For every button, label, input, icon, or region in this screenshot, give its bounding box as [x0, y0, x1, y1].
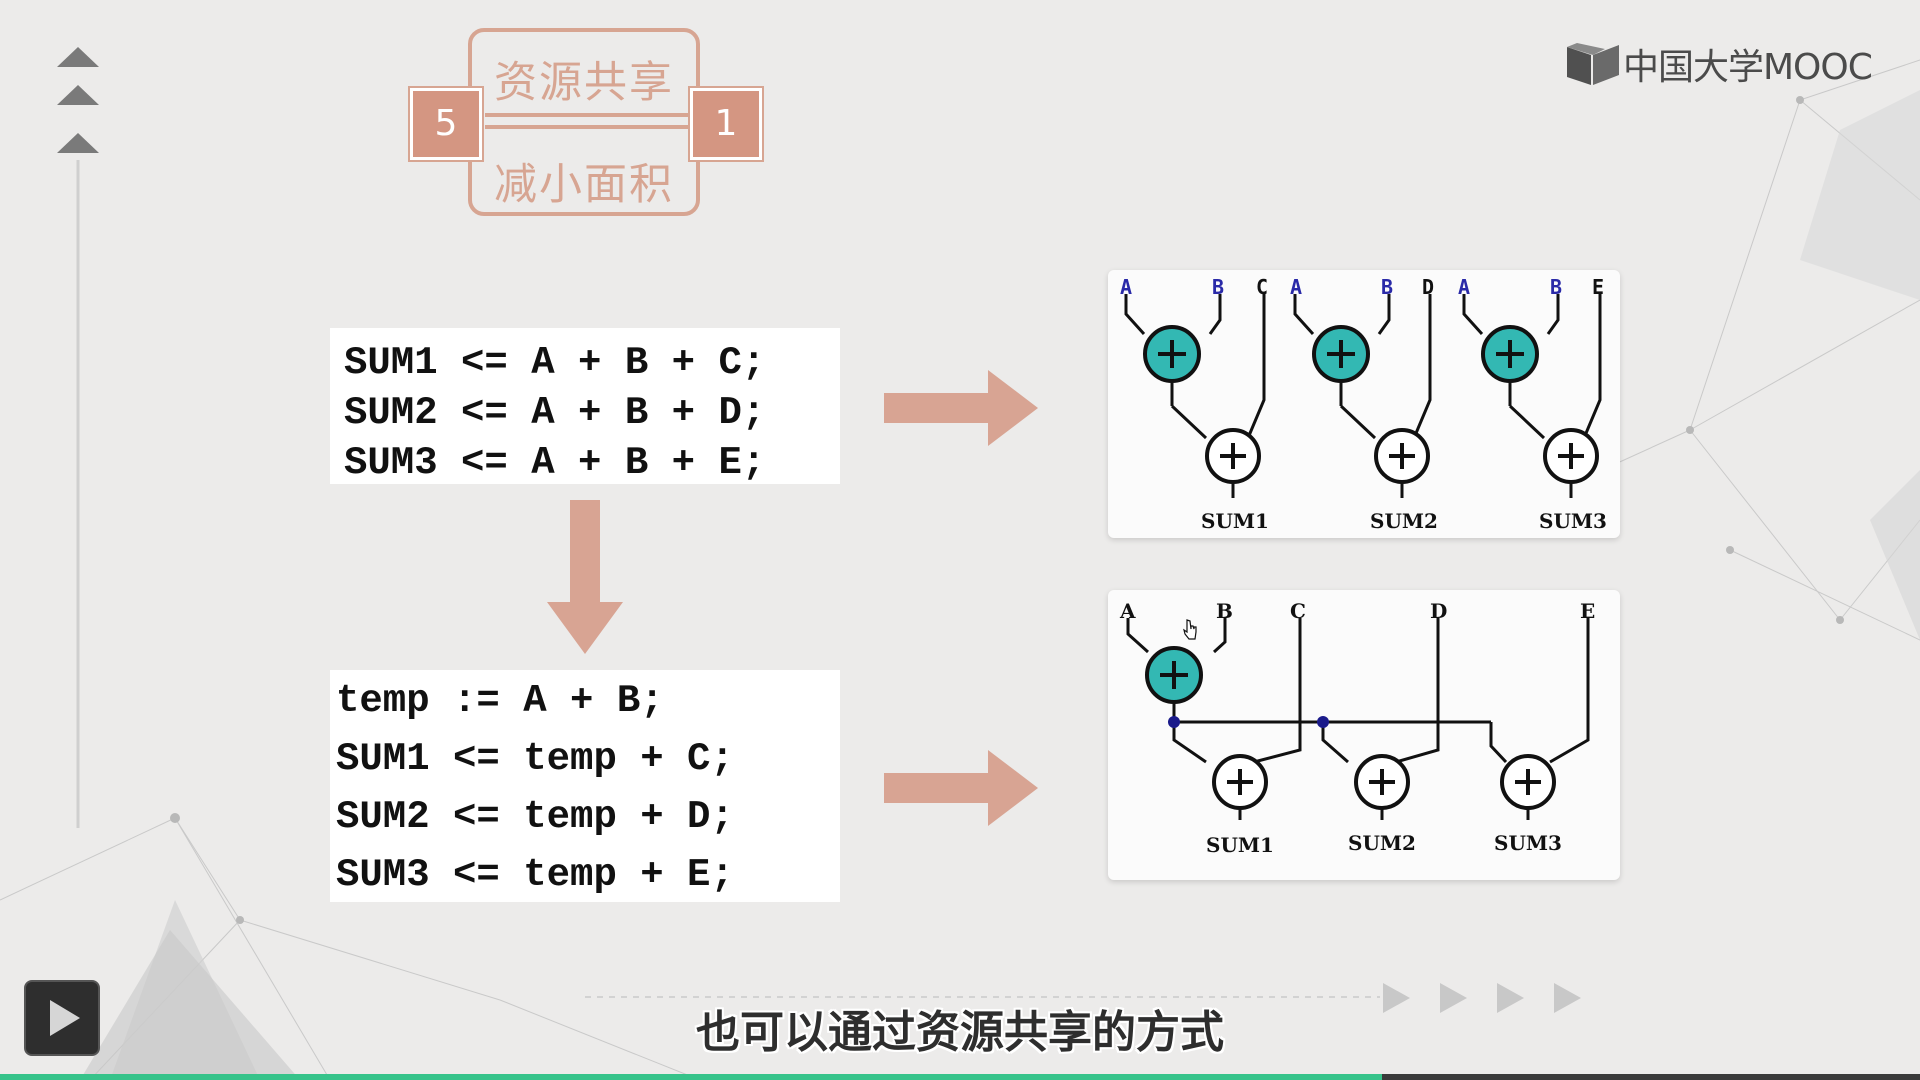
- mooc-logo: 中国大学MOOC: [1565, 42, 1873, 88]
- code-line: SUM2 <= temp + D;: [336, 795, 734, 839]
- code-line: SUM1 <= temp + C;: [336, 737, 734, 781]
- book-icon: [1567, 43, 1619, 85]
- code-line: temp := A + B;: [336, 679, 664, 723]
- logo-text: 中国大学MOOC: [1623, 47, 1873, 88]
- badge-left-number: 5: [410, 88, 482, 160]
- code-block-before: SUM1 <= A + B + C; SUM2 <= A + B + D; SU…: [330, 328, 840, 485]
- badge-right-number: 1: [690, 88, 762, 160]
- output-label: SUM3: [1494, 831, 1562, 855]
- input-label: A: [1120, 275, 1132, 299]
- input-label: E: [1592, 275, 1604, 299]
- arrow-right-icon: [884, 370, 1038, 446]
- input-label: B: [1216, 599, 1233, 623]
- code-block-after: temp := A + B; SUM1 <= temp + C; SUM2 <=…: [330, 670, 840, 902]
- input-label: D: [1430, 599, 1447, 623]
- slide-title-bottom: 减小面积: [494, 160, 674, 210]
- circuit-diagram-after: A B C D E SUM1 SUM2 SUM3: [1108, 590, 1620, 880]
- title-divider: [485, 125, 690, 129]
- input-label: E: [1580, 599, 1595, 623]
- circuit-diagram-before: A B C A B D A B E SUM1 SUM2 SUM3: [1108, 270, 1620, 538]
- input-label: C: [1256, 275, 1268, 299]
- code-line: SUM3 <= A + B + E;: [344, 441, 766, 485]
- input-label: B: [1550, 275, 1562, 299]
- code-line: SUM3 <= temp + E;: [336, 853, 734, 897]
- input-label: B: [1212, 275, 1224, 299]
- arrow-right-icon: [884, 750, 1038, 826]
- code-line: SUM1 <= A + B + C;: [344, 341, 766, 385]
- collapse-up-icon[interactable]: [55, 45, 101, 160]
- input-label: B: [1381, 275, 1393, 299]
- output-label: SUM1: [1206, 833, 1274, 857]
- title-divider: [485, 113, 690, 117]
- input-label: D: [1422, 275, 1434, 299]
- play-button[interactable]: [24, 980, 100, 1056]
- video-subtitle: 也可以通过资源共享的方式: [696, 1007, 1224, 1058]
- video-progress-bar[interactable]: [0, 1074, 1920, 1080]
- output-label: SUM2: [1370, 509, 1438, 533]
- background-decoration: [0, 59, 1920, 1080]
- hand-cursor-icon: [1183, 619, 1197, 640]
- video-progress-fill: [0, 1074, 1383, 1080]
- play-icon: [50, 1000, 80, 1036]
- output-label: SUM1: [1201, 509, 1269, 533]
- output-label: SUM2: [1348, 831, 1416, 855]
- input-label: A: [1119, 599, 1136, 623]
- input-label: C: [1290, 599, 1306, 623]
- code-line: SUM2 <= A + B + D;: [344, 391, 766, 435]
- input-label: A: [1458, 275, 1470, 299]
- arrow-down-icon: [547, 500, 623, 654]
- output-label: SUM3: [1539, 509, 1607, 533]
- slide-title-top: 资源共享: [494, 58, 674, 108]
- input-label: A: [1290, 275, 1302, 299]
